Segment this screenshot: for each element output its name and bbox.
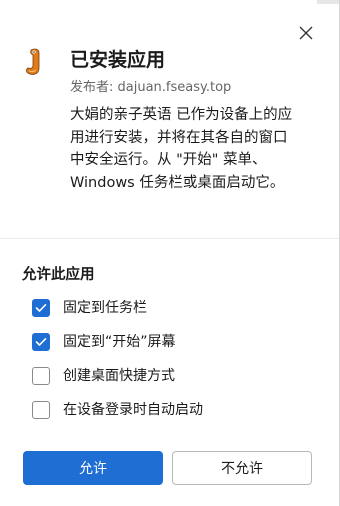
close-icon <box>299 26 313 40</box>
section-divider <box>0 238 339 239</box>
checkmark-icon <box>35 304 47 312</box>
allow-button[interactable]: 允许 <box>23 451 163 485</box>
install-dialog: 已安装应用 发布者: dajuan.fseasy.top 大娟的亲子英语 已作为… <box>0 0 340 506</box>
auto-start-option[interactable]: 在设备登录时自动启动 <box>32 399 203 421</box>
close-button[interactable] <box>295 22 317 44</box>
auto-start-label: 在设备登录时自动启动 <box>63 402 203 418</box>
checkmark-icon <box>35 338 47 346</box>
window-edge-strip <box>317 0 339 4</box>
pin-to-taskbar-option[interactable]: 固定到任务栏 <box>32 297 147 319</box>
publisher-text: 发布者: dajuan.fseasy.top <box>70 80 232 95</box>
auto-start-checkbox[interactable] <box>32 401 50 419</box>
dialog-description: 大娟的亲子英语 已作为设备上的应用进行安装，并将在其各自的窗口中安全运行。从 "… <box>70 107 293 191</box>
pin-to-taskbar-checkbox[interactable] <box>32 299 50 317</box>
app-icon <box>26 48 40 75</box>
desktop-shortcut-option[interactable]: 创建桌面快捷方式 <box>32 365 175 387</box>
permissions-title: 允许此应用 <box>22 267 95 283</box>
pin-to-start-checkbox[interactable] <box>32 333 50 351</box>
desktop-shortcut-label: 创建桌面快捷方式 <box>63 368 175 384</box>
deny-button[interactable]: 不允许 <box>172 451 312 485</box>
pin-to-taskbar-label: 固定到任务栏 <box>63 300 147 316</box>
desktop-shortcut-checkbox[interactable] <box>32 367 50 385</box>
pin-to-start-option[interactable]: 固定到“开始”屏幕 <box>32 331 176 353</box>
pin-to-start-label: 固定到“开始”屏幕 <box>63 334 176 350</box>
dialog-title: 已安装应用 <box>70 49 166 71</box>
